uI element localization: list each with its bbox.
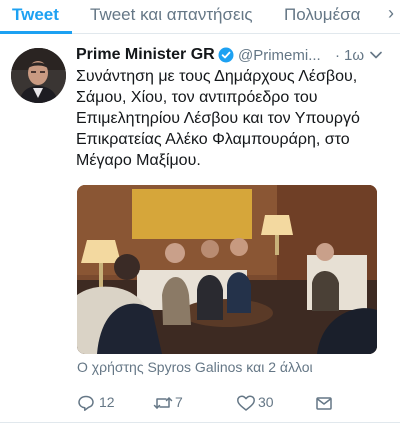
tweet-timestamp[interactable]: 1ω [344,47,364,64]
tab-media[interactable]: Πολυμέσα [284,5,361,25]
share-button[interactable] [315,392,333,414]
like-icon [237,395,255,411]
tab-tweets-and-replies[interactable]: Tweet και απαντήσεις [90,5,253,25]
tweet-actions: 12 7 30 [0,392,400,416]
retweet-button[interactable]: 7 [153,392,193,414]
avatar[interactable] [11,48,66,103]
header-separator: · [335,47,340,64]
tab-tweets[interactable]: Tweet [12,5,59,25]
share-icon [316,397,332,410]
tabs-more-arrow[interactable]: › [388,3,394,24]
tweet-text: Συνάντηση με τους Δημάρχους Λέσβου, Σάμο… [76,68,360,169]
verified-icon [218,47,234,63]
retweet-count: 7 [175,394,183,410]
tagged-users[interactable]: Ο χρήστης Spyros Galinos και 2 άλλοι [77,359,313,375]
active-tab-indicator [0,31,72,34]
retweet-icon [153,397,173,409]
profile-tabs: Tweet Tweet και απαντήσεις Πολυμέσα › [0,0,400,34]
bottom-divider [0,422,400,423]
like-button[interactable]: 30 [236,392,280,414]
tweet-header: Prime Minister GR @Primemi... · 1ω [76,44,392,66]
author-handle[interactable]: @Primemi... [238,47,321,64]
like-count: 30 [258,394,274,410]
avatar-portrait [11,48,66,103]
tweet-photo[interactable] [77,185,377,354]
reply-icon [78,395,94,411]
author-name[interactable]: Prime Minister GR [76,46,215,64]
meeting-photo [77,185,377,354]
chevron-down-icon[interactable] [370,50,382,60]
reply-button[interactable]: 12 [77,392,127,414]
reply-count: 12 [99,394,115,410]
